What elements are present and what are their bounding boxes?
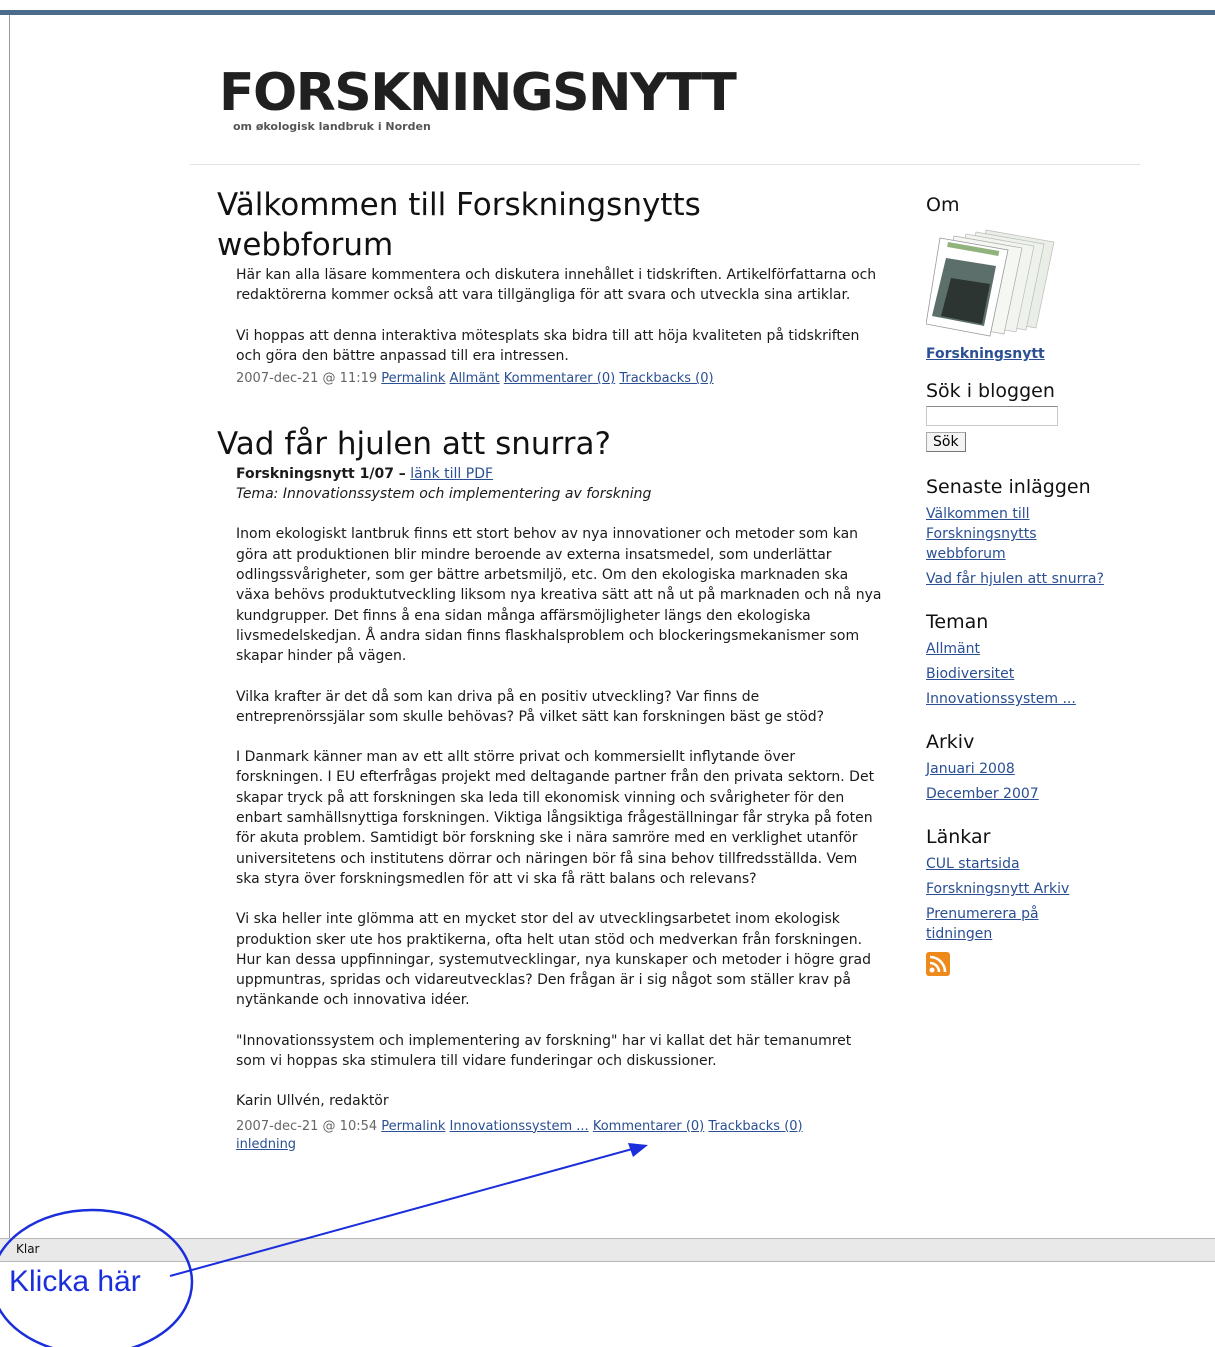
annotation-arrow-head: [628, 1143, 648, 1157]
annotation-arrow-line: [169, 1147, 637, 1277]
annotation-callout: Klicka här: [9, 1265, 141, 1298]
annotation-overlay: [0, 1143, 648, 1347]
